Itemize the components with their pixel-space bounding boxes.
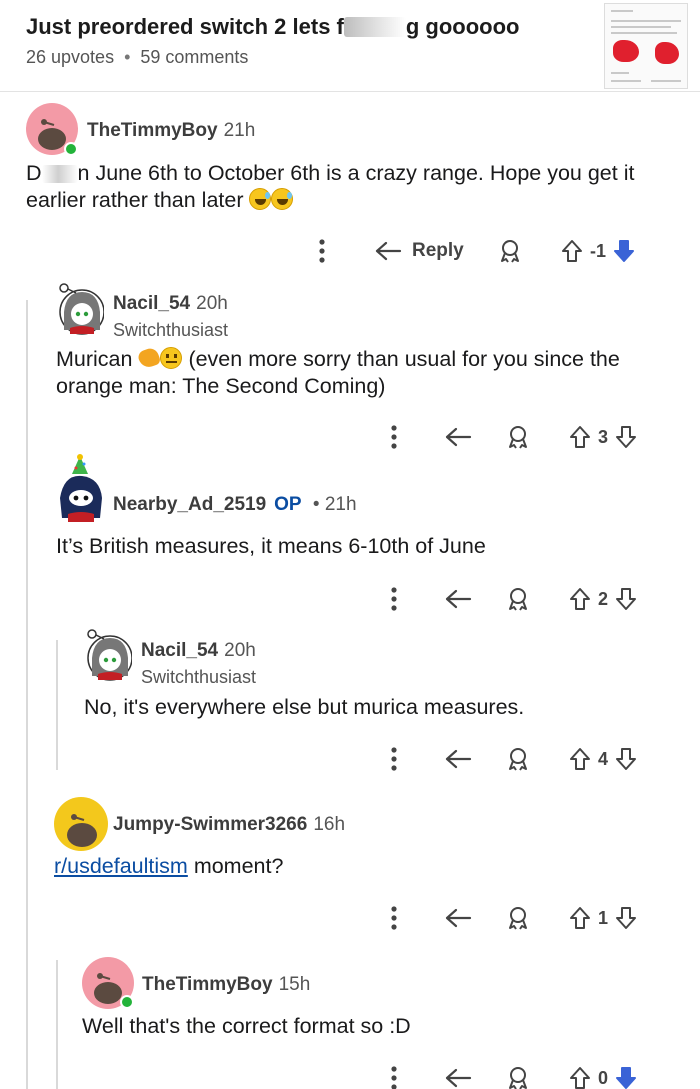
comment-time: 15h bbox=[278, 974, 311, 995]
username[interactable]: TheTimmyBoy 15h bbox=[142, 974, 310, 996]
reply-button[interactable] bbox=[444, 1063, 474, 1089]
comment-actions: 0 bbox=[0, 1063, 700, 1089]
award-button[interactable] bbox=[505, 1063, 531, 1089]
comment-body: Well that's the correct format so :D bbox=[82, 1014, 411, 1038]
downvote-icon[interactable] bbox=[614, 1065, 638, 1089]
more-options-icon[interactable] bbox=[384, 1063, 404, 1089]
award-icon bbox=[509, 1067, 527, 1089]
vote-controls: 0 bbox=[568, 1063, 638, 1089]
online-status-dot bbox=[120, 995, 134, 1009]
comment: TheTimmyBoy 15h Well that's the correct f… bbox=[0, 0, 700, 1089]
reply-icon bbox=[445, 1068, 472, 1088]
upvote-icon[interactable] bbox=[568, 1065, 592, 1089]
vote-count: 0 bbox=[598, 1067, 609, 1088]
